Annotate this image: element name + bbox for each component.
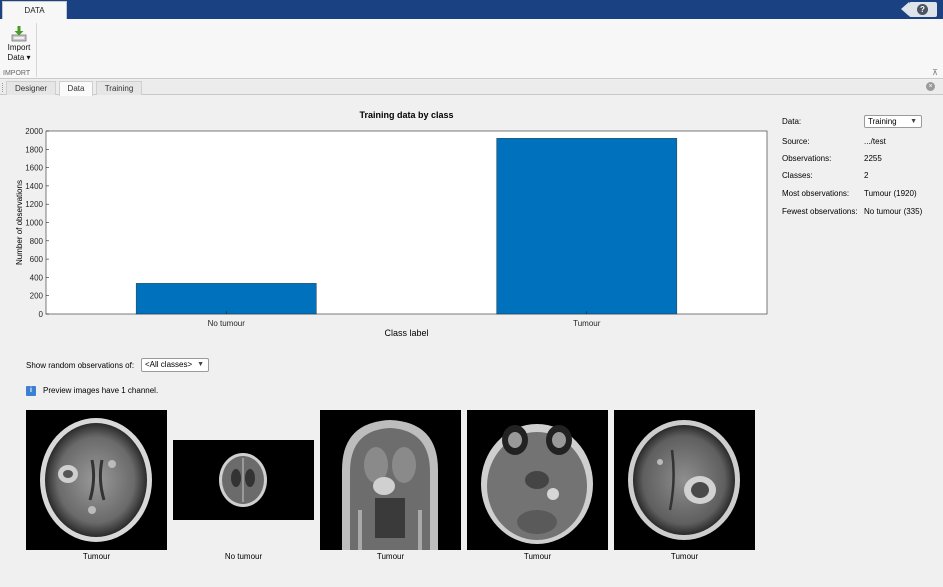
title-strip: DATA ? bbox=[0, 0, 943, 19]
show-random-observations-label: Show random observations of: bbox=[26, 361, 135, 370]
class-filter-dropdown[interactable]: <All classes> ▼ bbox=[141, 358, 209, 372]
source-label: Source: bbox=[782, 137, 810, 146]
close-tabs-icon[interactable]: × bbox=[926, 82, 935, 91]
observation-image bbox=[467, 410, 608, 550]
y-tick-label: 1600 bbox=[25, 164, 43, 173]
tab-data[interactable]: Data bbox=[59, 81, 93, 96]
import-data-button[interactable]: Import Data ▾ bbox=[3, 25, 35, 69]
y-tick-label: 400 bbox=[30, 273, 44, 282]
y-tick-label: 600 bbox=[30, 255, 44, 264]
y-tick-label: 1000 bbox=[25, 219, 43, 228]
y-tick-label: 1200 bbox=[25, 200, 43, 209]
x-tick-label: No tumour bbox=[208, 319, 246, 328]
brain-coronal-icon bbox=[342, 420, 438, 550]
info-icon: i bbox=[26, 386, 36, 396]
chart-y-axis-label: Number of observations bbox=[15, 180, 24, 265]
observation-image bbox=[614, 410, 755, 550]
x-tick-label: Tumour bbox=[573, 319, 601, 328]
fewest-observations-label: Fewest observations: bbox=[782, 207, 858, 216]
section-divider bbox=[36, 23, 37, 77]
most-observations-value: Tumour (1920) bbox=[864, 189, 917, 198]
most-observations-label: Most observations: bbox=[782, 189, 850, 198]
source-value: .../test bbox=[864, 137, 886, 146]
observation-image bbox=[173, 440, 314, 520]
grip-handle[interactable] bbox=[2, 83, 4, 92]
y-tick-label: 200 bbox=[30, 292, 44, 301]
dropdown-arrow-icon: ▼ bbox=[910, 118, 917, 125]
chart-title: Training data by class bbox=[359, 110, 454, 120]
bar-tumour bbox=[496, 138, 678, 315]
tab-training[interactable]: Training bbox=[96, 81, 142, 95]
observation-caption: Tumour bbox=[523, 552, 552, 561]
collapse-toolstrip-icon[interactable]: ⊼ bbox=[932, 68, 938, 77]
brain-axial-skull-base-icon bbox=[481, 424, 593, 544]
toolstrip: Import Data ▾ IMPORT ⊼ bbox=[0, 19, 943, 79]
observation-image bbox=[320, 410, 461, 550]
observation-caption: Tumour bbox=[376, 552, 405, 561]
y-tick-label: 2000 bbox=[25, 127, 43, 136]
import-label-line2: Data ▾ bbox=[7, 53, 31, 62]
classes-label: Classes: bbox=[782, 171, 813, 180]
observation-caption: Tumour bbox=[82, 552, 111, 561]
dropdown-arrow-icon: ▼ bbox=[197, 361, 204, 368]
observation-caption: No tumour bbox=[224, 552, 263, 561]
y-tick-label: 1400 bbox=[25, 182, 43, 191]
brain-axial-lesion-icon bbox=[40, 418, 152, 542]
brain-axial-small-icon bbox=[219, 453, 267, 507]
app-window: DATA ? Import Data ▾ IMPORT ⊼ Designer D… bbox=[0, 0, 943, 587]
help-icon: ? bbox=[917, 4, 928, 15]
import-label-line1: Import bbox=[7, 43, 31, 52]
observation-image bbox=[26, 410, 167, 550]
y-tick-label: 800 bbox=[30, 237, 44, 246]
observation-caption: Tumour bbox=[670, 552, 699, 561]
class-filter-value: <All classes> bbox=[145, 360, 193, 369]
observations-label: Observations: bbox=[782, 154, 832, 163]
preview-channel-note: Preview images have 1 channel. bbox=[43, 386, 159, 395]
fewest-observations-value: No tumour (335) bbox=[864, 207, 923, 216]
observations-value: 2255 bbox=[864, 154, 882, 163]
document-tabs: Designer Data Training × bbox=[0, 80, 943, 96]
import-icon bbox=[11, 26, 27, 42]
help-button[interactable]: ? bbox=[901, 2, 937, 17]
data-dropdown[interactable]: Training ▼ bbox=[864, 115, 922, 128]
brain-axial-lesion-icon bbox=[628, 420, 740, 540]
tab-designer[interactable]: Designer bbox=[6, 81, 56, 95]
data-dropdown-value: Training bbox=[868, 117, 897, 126]
section-label-import: IMPORT bbox=[3, 70, 31, 77]
tab-data-toolstrip[interactable]: DATA bbox=[2, 1, 67, 19]
chart-x-axis-label: Class label bbox=[384, 328, 429, 338]
data-label: Data: bbox=[782, 117, 802, 126]
y-tick-label: 0 bbox=[39, 310, 44, 319]
bar-no-tumour bbox=[135, 283, 317, 315]
bar-chart: 0 200 400 600 800 1000 1200 1400 1600 1800 2000 No … bbox=[15, 127, 768, 328]
y-tick-label: 1800 bbox=[25, 145, 43, 154]
classes-value: 2 bbox=[864, 171, 869, 180]
